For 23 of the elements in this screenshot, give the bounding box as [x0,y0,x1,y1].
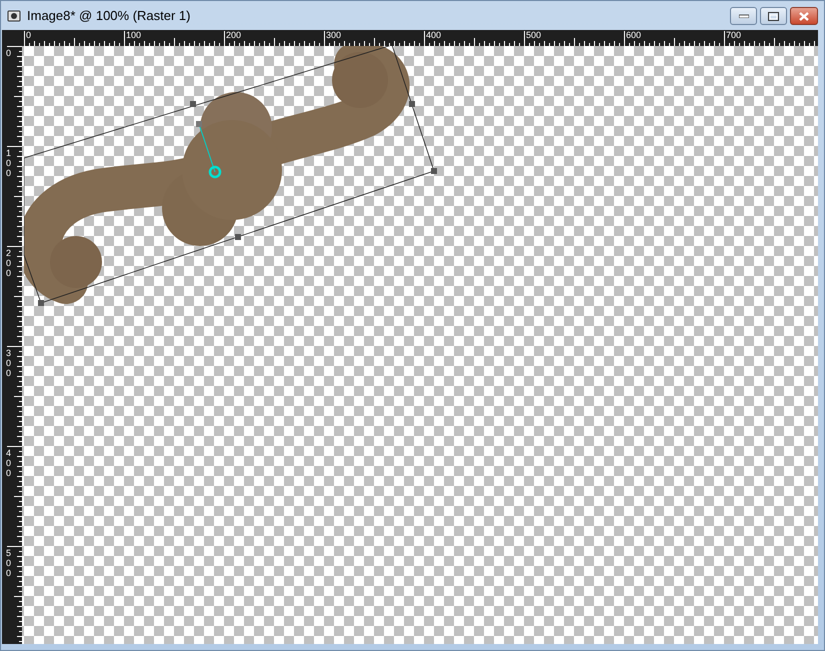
ruler-label: 600 [626,30,642,40]
ruler-label: 500 [6,548,11,578]
ruler-label: 200 [226,30,242,40]
ruler-label: 200 [6,248,11,278]
window-title: Image8* @ 100% (Raster 1) [27,8,190,23]
ruler-label: 0 [6,48,11,58]
ruler-label: 300 [326,30,342,40]
ruler-label: 300 [6,348,11,378]
minimize-icon [738,14,748,18]
ruler-label: 400 [6,448,11,478]
minimize-button[interactable] [730,7,757,25]
ruler-label: 100 [126,30,142,40]
ruler-label: 100 [6,148,11,178]
maximize-icon [768,12,779,20]
close-button[interactable] [790,7,818,25]
ruler-label: 500 [526,30,542,40]
app-icon [7,8,21,22]
rotation-handle[interactable] [196,121,222,178]
close-icon [799,12,809,20]
ruler-label: 400 [426,30,442,40]
ruler-label: 700 [726,30,742,40]
ruler-label: 0 [26,30,32,40]
maximize-button[interactable] [760,7,787,25]
